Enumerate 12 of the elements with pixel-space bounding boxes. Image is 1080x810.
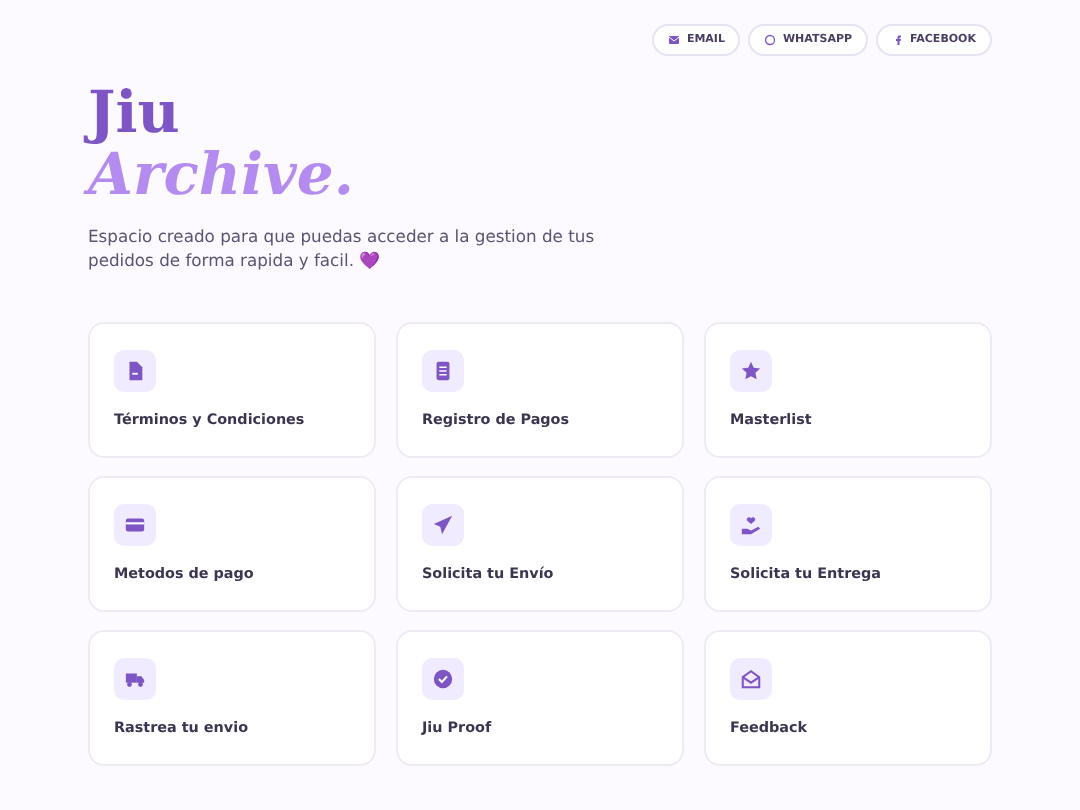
paper-plane-icon [422, 503, 464, 546]
list-icon [422, 349, 464, 392]
title: Archive. [88, 146, 992, 205]
envelope-icon [730, 657, 772, 700]
document-icon [114, 349, 156, 392]
facebook-icon [892, 34, 905, 47]
description: Espacio creado para que puedas acceder a la gestion de tus pedidos de forma rapida y facil. 💜 [88, 224, 597, 274]
title: Jiu [88, 84, 992, 143]
chat-icon [764, 34, 777, 47]
mail-icon [668, 34, 681, 47]
credit-card-icon [114, 503, 156, 546]
truck-icon [114, 657, 156, 700]
